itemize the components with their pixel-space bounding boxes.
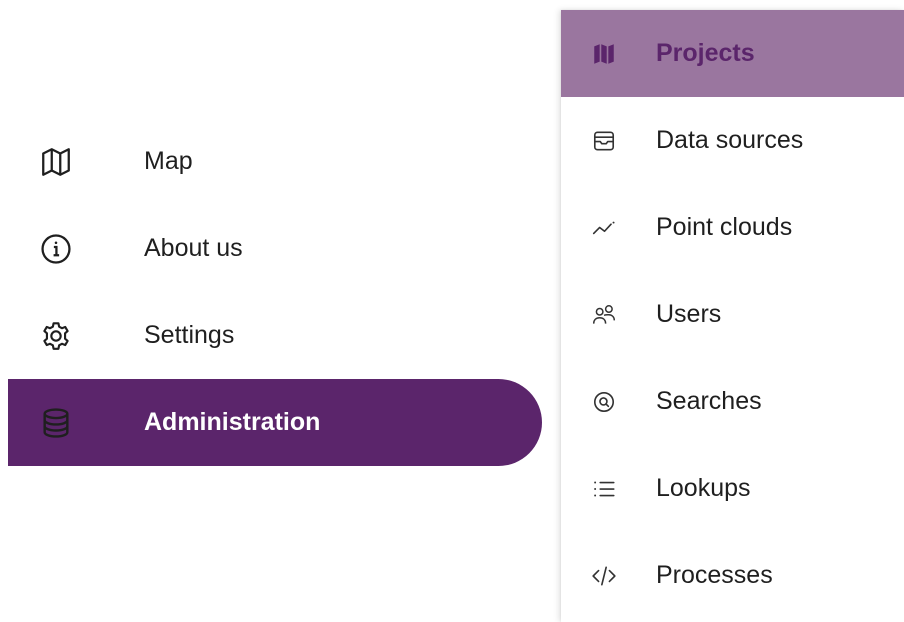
database-icon: [38, 405, 74, 441]
code-icon: [589, 561, 619, 591]
submenu-item-label: Users: [656, 300, 722, 328]
submenu-item-label: Processes: [656, 561, 773, 589]
nav-item-label: Settings: [144, 321, 235, 349]
nav-item-administration[interactable]: Administration: [8, 379, 542, 466]
search-circle-icon: [589, 387, 619, 417]
submenu-item-processes[interactable]: Processes: [561, 532, 904, 619]
submenu-item-point-clouds[interactable]: Point clouds: [561, 184, 904, 271]
nav-item-about-us[interactable]: About us: [8, 205, 542, 292]
nav-item-label: Map: [144, 147, 193, 175]
submenu-item-projects[interactable]: Projects: [561, 10, 904, 97]
nav-item-map[interactable]: Map: [8, 118, 542, 205]
inbox-icon: [589, 126, 619, 156]
submenu-item-users[interactable]: Users: [561, 271, 904, 358]
info-icon: [38, 231, 74, 267]
nav-item-label: Administration: [144, 408, 321, 436]
submenu-item-label: Lookups: [656, 474, 751, 502]
submenu-item-searches[interactable]: Searches: [561, 358, 904, 445]
nav-item-settings[interactable]: Settings: [8, 292, 542, 379]
submenu-item-lookups[interactable]: Lookups: [561, 445, 904, 532]
app-canvas: Map About us Settings Administration Pro…: [0, 0, 904, 622]
map-icon: [38, 144, 74, 180]
nav-item-label: About us: [144, 234, 243, 262]
submenu-item-label: Data sources: [656, 126, 804, 154]
submenu-item-data-sources[interactable]: Data sources: [561, 97, 904, 184]
gear-icon: [38, 318, 74, 354]
submenu-item-label: Point clouds: [656, 213, 793, 241]
users-icon: [589, 300, 619, 330]
list-icon: [589, 474, 619, 504]
trend-line-icon: [589, 213, 619, 243]
main-navigation: Map About us Settings Administration: [0, 0, 560, 622]
submenu-item-label: Projects: [656, 39, 755, 67]
administration-submenu: Projects Data sources Point clouds Users…: [561, 10, 904, 622]
submenu-item-label: Searches: [656, 387, 762, 415]
map-filled-icon: [589, 39, 619, 69]
